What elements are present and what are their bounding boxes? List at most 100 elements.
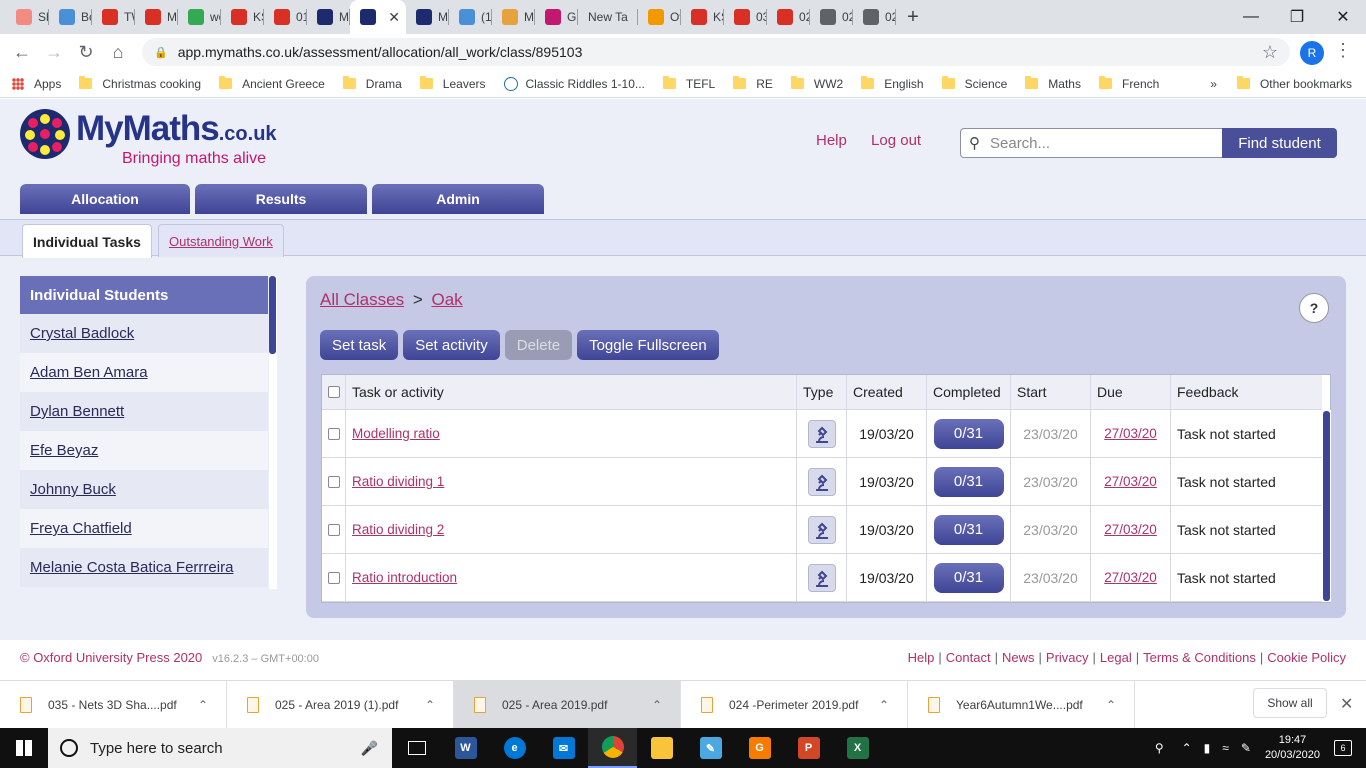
browser-tab[interactable]: My bbox=[135, 0, 178, 34]
windows-start-icon[interactable] bbox=[0, 728, 48, 768]
bookmark-item[interactable]: TEFL bbox=[662, 76, 715, 91]
task-link[interactable]: Ratio dividing 2 bbox=[352, 522, 444, 537]
maximize-icon[interactable]: ❐ bbox=[1274, 0, 1320, 34]
bookmark-item[interactable]: WW2 bbox=[790, 76, 843, 91]
show-all-downloads-button[interactable]: Show all bbox=[1253, 688, 1327, 718]
chrome-icon[interactable] bbox=[588, 728, 637, 768]
sidebar-scroll-thumb[interactable] bbox=[269, 276, 276, 354]
sidebar-student-3[interactable]: Efe Beyaz bbox=[20, 431, 268, 470]
mail-icon[interactable]: ✉ bbox=[539, 728, 588, 768]
pen-icon[interactable]: ✎ bbox=[1241, 741, 1251, 755]
tab-outstanding-work[interactable]: Outstanding Work bbox=[158, 224, 284, 257]
home-icon[interactable]: ⌂ bbox=[102, 36, 134, 68]
crumb-all-classes[interactable]: All Classes bbox=[320, 290, 404, 309]
footer-link[interactable]: Contact bbox=[946, 650, 991, 665]
task-link[interactable]: Ratio introduction bbox=[352, 570, 457, 585]
row-checkbox[interactable] bbox=[327, 427, 340, 440]
toggle-fullscreen-button[interactable]: Toggle Fullscreen bbox=[577, 330, 719, 360]
new-tab-icon[interactable]: + bbox=[896, 0, 930, 34]
bookmark-item[interactable]: RE bbox=[733, 76, 773, 91]
download-item[interactable]: 025 - Area 2019.pdf ⌃ bbox=[454, 680, 681, 729]
microscope-icon[interactable] bbox=[807, 515, 836, 544]
battery-icon[interactable]: ▮ bbox=[1204, 741, 1211, 755]
bookmark-item[interactable]: Christmas cooking bbox=[79, 76, 201, 91]
set-task-button[interactable]: Set task bbox=[320, 330, 399, 360]
delete-button[interactable]: Delete bbox=[504, 330, 573, 360]
download-item[interactable]: Year6Autumn1We....pdf ⌃ bbox=[908, 680, 1135, 729]
mymaths-logo[interactable]: MyMaths.co.uk Bringing maths alive bbox=[20, 109, 277, 168]
microscope-icon[interactable] bbox=[807, 419, 836, 448]
browser-tab[interactable]: 02 bbox=[767, 0, 810, 34]
browser-tab[interactable]: (1) bbox=[449, 0, 492, 34]
completed-button[interactable]: 0/31 bbox=[933, 418, 1004, 449]
bookmark-item[interactable]: Classic Riddles 1-10... bbox=[503, 76, 645, 91]
col-feedback[interactable]: Feedback bbox=[1171, 375, 1322, 409]
back-icon[interactable]: ← bbox=[6, 36, 38, 68]
clock[interactable]: 19:47 20/03/2020 bbox=[1265, 733, 1320, 763]
browser-tab[interactable]: Ga bbox=[535, 0, 578, 34]
browser-tab[interactable]: we bbox=[178, 0, 221, 34]
due-link[interactable]: 27/03/20 bbox=[1104, 426, 1157, 441]
browser-tab[interactable]: KS bbox=[221, 0, 264, 34]
row-checkbox[interactable] bbox=[327, 571, 340, 584]
network-icon[interactable]: ≈ bbox=[1222, 741, 1229, 755]
chevron-up-icon[interactable]: ⌃ bbox=[879, 698, 889, 712]
completed-button[interactable]: 0/31 bbox=[933, 514, 1004, 545]
due-link[interactable]: 27/03/20 bbox=[1104, 522, 1157, 537]
browser-tab[interactable]: Ov bbox=[638, 0, 681, 34]
find-student-button[interactable]: Find student bbox=[1222, 128, 1337, 158]
excel-icon[interactable]: X bbox=[833, 728, 882, 768]
edge-icon[interactable]: e bbox=[490, 728, 539, 768]
table-scroll-thumb[interactable] bbox=[1323, 411, 1330, 601]
notifications-icon[interactable]: 6 bbox=[1334, 740, 1352, 756]
pdf-app-icon[interactable]: G bbox=[735, 728, 784, 768]
browser-tab[interactable]: New Ta bbox=[578, 0, 638, 34]
task-link[interactable]: Ratio dividing 1 bbox=[352, 474, 444, 489]
microscope-icon[interactable] bbox=[807, 563, 836, 592]
browser-tab[interactable]: 02 bbox=[810, 0, 853, 34]
word-icon[interactable]: W bbox=[441, 728, 490, 768]
sidebar-student-2[interactable]: Dylan Bennett bbox=[20, 392, 268, 431]
footer-link[interactable]: Privacy bbox=[1046, 650, 1089, 665]
browser-tab[interactable]: TW bbox=[92, 0, 135, 34]
row-checkbox[interactable] bbox=[327, 523, 340, 536]
other-bookmarks[interactable]: Other bookmarks bbox=[1236, 76, 1352, 91]
crumb-class[interactable]: Oak bbox=[432, 290, 463, 309]
microscope-icon[interactable] bbox=[807, 467, 836, 496]
browser-menu-icon[interactable]: ⋮ bbox=[1334, 40, 1352, 61]
student-search-input[interactable]: ⚲ Search... bbox=[960, 128, 1224, 158]
chevron-up-icon[interactable]: ⌃ bbox=[1106, 698, 1116, 712]
col-type[interactable]: Type bbox=[797, 375, 847, 409]
help-question-button[interactable]: ? bbox=[1299, 293, 1329, 323]
minimize-icon[interactable]: — bbox=[1228, 0, 1274, 34]
browser-tab[interactable]: Ma bbox=[492, 0, 535, 34]
nav-admin[interactable]: Admin bbox=[372, 184, 544, 214]
completed-button[interactable]: 0/31 bbox=[933, 562, 1004, 593]
more-bookmarks-icon[interactable]: » bbox=[1210, 77, 1217, 91]
browser-tab[interactable]: 015 bbox=[264, 0, 307, 34]
nav-results[interactable]: Results bbox=[195, 184, 367, 214]
close-window-icon[interactable]: ✕ bbox=[1320, 0, 1366, 34]
bookmark-item[interactable]: English bbox=[861, 76, 924, 91]
sidebar-student-4[interactable]: Johnny Buck bbox=[20, 470, 268, 509]
footer-link[interactable]: News bbox=[1002, 650, 1035, 665]
reload-icon[interactable]: ↻ bbox=[70, 36, 102, 68]
bookmark-item[interactable]: Leavers bbox=[419, 76, 486, 91]
browser-tab[interactable]: Sha bbox=[6, 0, 49, 34]
row-checkbox[interactable] bbox=[327, 475, 340, 488]
people-icon[interactable]: ⚲ bbox=[1155, 741, 1164, 755]
sidebar-student-0[interactable]: Crystal Badlock bbox=[20, 314, 268, 353]
footer-link[interactable]: Legal bbox=[1100, 650, 1132, 665]
browser-tab[interactable]: KS bbox=[681, 0, 724, 34]
browser-tab[interactable]: 03 bbox=[724, 0, 767, 34]
microphone-icon[interactable]: 🎤 bbox=[361, 740, 378, 757]
browser-tab[interactable]: ✕ bbox=[350, 0, 406, 34]
help-link[interactable]: Help bbox=[816, 132, 847, 149]
nav-allocation[interactable]: Allocation bbox=[20, 184, 190, 214]
footer-link[interactable]: Help bbox=[908, 650, 935, 665]
profile-avatar[interactable]: R bbox=[1300, 41, 1324, 65]
sidebar-student-5[interactable]: Freya Chatfield bbox=[20, 509, 268, 548]
download-item[interactable]: 025 - Area 2019 (1).pdf ⌃ bbox=[227, 680, 454, 729]
col-due[interactable]: Due bbox=[1091, 375, 1171, 409]
tab-individual-tasks[interactable]: Individual Tasks bbox=[22, 224, 152, 258]
